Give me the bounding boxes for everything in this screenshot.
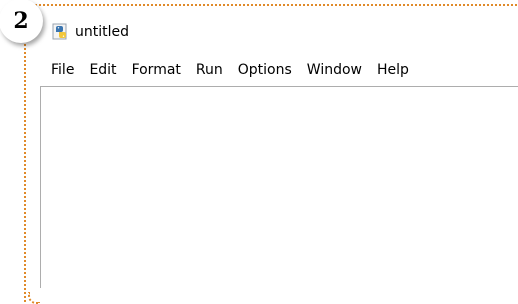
window-titlebar: untitled — [51, 19, 129, 45]
menu-help[interactable]: Help — [377, 60, 417, 80]
step-number-badge: 2 — [0, 0, 43, 43]
menu-edit[interactable]: Edit — [89, 60, 124, 80]
window-title: untitled — [75, 24, 130, 40]
menu-bar: File Edit Format Run Options Window Help — [51, 60, 424, 80]
menu-window[interactable]: Window — [307, 60, 370, 80]
menu-run[interactable]: Run — [196, 60, 231, 80]
code-editor-area[interactable] — [40, 86, 518, 288]
menu-file[interactable]: File — [51, 60, 82, 80]
menu-format[interactable]: Format — [132, 60, 189, 80]
python-idle-icon — [52, 23, 67, 40]
step-number: 2 — [13, 8, 29, 34]
callout-frame-corner — [28, 292, 40, 304]
menu-options[interactable]: Options — [238, 60, 300, 80]
